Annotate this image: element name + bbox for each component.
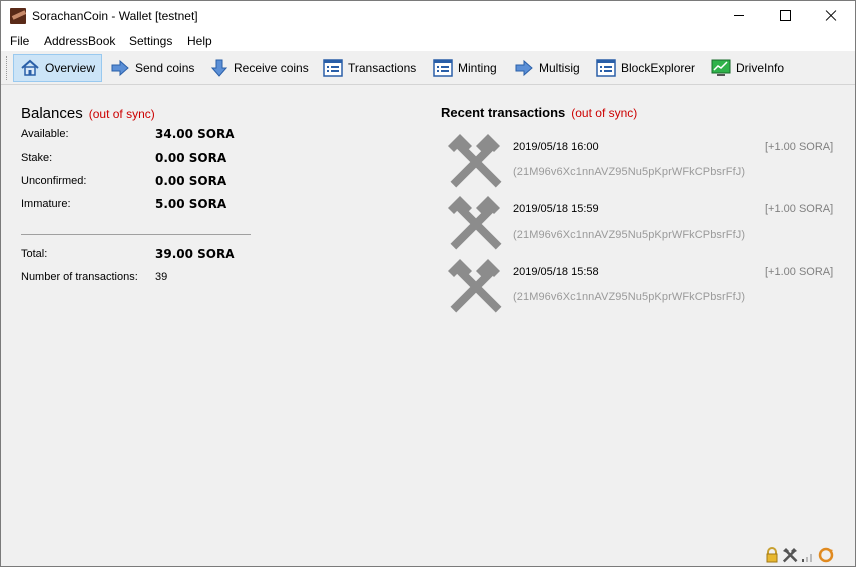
menu-bar: File AddressBook Settings Help bbox=[1, 31, 855, 51]
maximize-button[interactable] bbox=[762, 1, 808, 31]
recent-title: Recent transactions bbox=[441, 105, 566, 120]
list-icon bbox=[323, 58, 343, 78]
num-transactions-value: 39 bbox=[155, 271, 168, 283]
available-value: 34.00 SORA bbox=[155, 127, 235, 141]
window-title: SorachanCoin - Wallet [testnet] bbox=[32, 9, 198, 23]
tab-driveinfo[interactable]: DriveInfo bbox=[711, 54, 784, 82]
maximize-icon bbox=[780, 10, 791, 21]
tab-send-coins-label: Send coins bbox=[135, 61, 195, 75]
total-value: 39.00 SORA bbox=[155, 247, 235, 261]
mining-pickaxe-icon bbox=[446, 132, 502, 188]
num-transactions-label: Number of transactions: bbox=[21, 271, 138, 283]
toolbar-grip[interactable] bbox=[6, 56, 10, 80]
minimize-button[interactable] bbox=[716, 1, 762, 31]
receive-arrow-icon bbox=[209, 58, 229, 78]
transaction-amount: [+1.00 SORA] bbox=[765, 203, 834, 215]
mining-icon[interactable] bbox=[782, 547, 798, 563]
recent-heading: Recent transactions (out of sync) bbox=[441, 105, 637, 120]
menu-settings[interactable]: Settings bbox=[129, 34, 172, 48]
tab-minting-label: Minting bbox=[458, 61, 497, 75]
stake-label: Stake: bbox=[21, 152, 53, 164]
stake-value: 0.00 SORA bbox=[155, 151, 227, 165]
tab-minting[interactable]: Minting bbox=[433, 54, 497, 82]
transaction-address: (21M96v6Xc1nnAVZ95Nu5pKprWFkCPbsrFfJ) bbox=[513, 291, 746, 303]
tab-blockexplorer[interactable]: BlockExplorer bbox=[596, 54, 695, 82]
close-button[interactable] bbox=[808, 1, 854, 31]
balances-divider bbox=[21, 234, 251, 235]
signal-bars-icon[interactable] bbox=[800, 547, 816, 563]
tab-blockexplorer-label: BlockExplorer bbox=[621, 61, 696, 75]
transaction-date: 2019/05/18 15:58 bbox=[513, 266, 599, 278]
recent-sync-status: (out of sync) bbox=[571, 106, 638, 120]
send-arrow-icon bbox=[514, 58, 534, 78]
mining-pickaxe-icon bbox=[446, 194, 502, 250]
tab-multisig-label: Multisig bbox=[539, 61, 580, 75]
minimize-icon bbox=[734, 15, 744, 16]
send-arrow-icon bbox=[110, 58, 130, 78]
tab-receive-coins[interactable]: Receive coins bbox=[209, 54, 309, 82]
list-icon bbox=[596, 58, 616, 78]
immature-label: Immature: bbox=[21, 198, 71, 210]
unconfirmed-label: Unconfirmed: bbox=[21, 175, 87, 187]
transaction-date: 2019/05/18 15:59 bbox=[513, 203, 599, 215]
tab-receive-coins-label: Receive coins bbox=[234, 61, 309, 75]
menu-file[interactable]: File bbox=[10, 34, 29, 48]
home-icon bbox=[20, 58, 40, 78]
tab-transactions[interactable]: Transactions bbox=[323, 54, 416, 82]
menu-help[interactable]: Help bbox=[187, 34, 212, 48]
sync-icon[interactable] bbox=[818, 547, 834, 563]
tab-transactions-label: Transactions bbox=[348, 61, 417, 75]
lock-icon[interactable] bbox=[764, 547, 780, 563]
chart-monitor-icon bbox=[711, 58, 731, 78]
transaction-amount: [+1.00 SORA] bbox=[765, 266, 834, 278]
app-logo-icon bbox=[10, 8, 26, 24]
transaction-address: (21M96v6Xc1nnAVZ95Nu5pKprWFkCPbsrFfJ) bbox=[513, 229, 746, 241]
toolbar: Overview Send coins Receive coins Transa… bbox=[1, 51, 855, 85]
tab-overview[interactable]: Overview bbox=[13, 54, 102, 82]
title-bar: SorachanCoin - Wallet [testnet] bbox=[1, 1, 855, 31]
transaction-date: 2019/05/18 16:00 bbox=[513, 141, 599, 153]
list-icon bbox=[433, 58, 453, 78]
tab-multisig[interactable]: Multisig bbox=[514, 54, 580, 82]
status-bar bbox=[764, 546, 834, 564]
mining-pickaxe-icon bbox=[446, 257, 502, 313]
total-label: Total: bbox=[21, 248, 48, 260]
immature-value: 5.00 SORA bbox=[155, 197, 227, 211]
menu-addressbook[interactable]: AddressBook bbox=[44, 34, 115, 48]
tab-overview-label: Overview bbox=[45, 61, 96, 75]
balances-title: Balances bbox=[21, 105, 83, 122]
transaction-address: (21M96v6Xc1nnAVZ95Nu5pKprWFkCPbsrFfJ) bbox=[513, 166, 746, 178]
tab-driveinfo-label: DriveInfo bbox=[736, 61, 785, 75]
transaction-amount: [+1.00 SORA] bbox=[765, 141, 834, 153]
available-label: Available: bbox=[21, 128, 69, 140]
balances-heading: Balances (out of sync) bbox=[21, 105, 155, 122]
main-window: SorachanCoin - Wallet [testnet] File Add… bbox=[0, 0, 856, 567]
tab-send-coins[interactable]: Send coins bbox=[110, 54, 194, 82]
balances-sync-status: (out of sync) bbox=[88, 107, 155, 121]
unconfirmed-value: 0.00 SORA bbox=[155, 174, 227, 188]
